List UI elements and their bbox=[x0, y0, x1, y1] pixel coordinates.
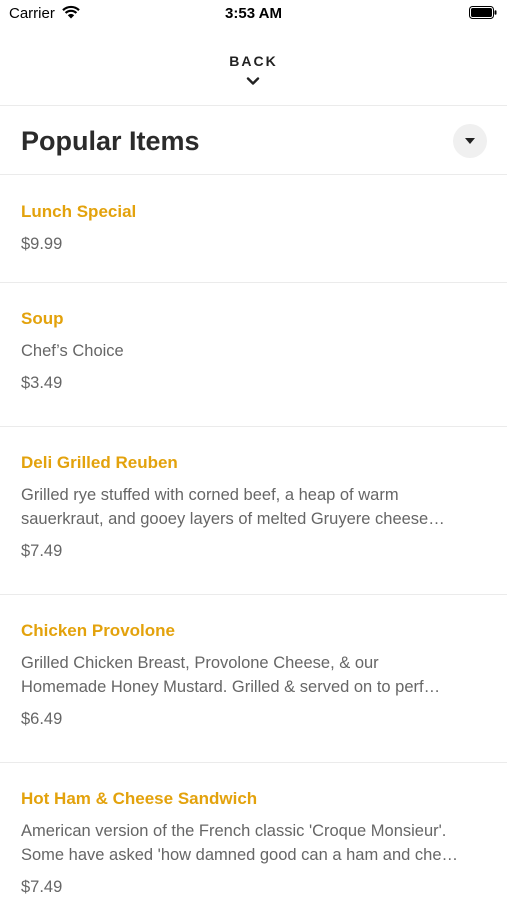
item-description: sauerkraut, and gooey layers of melted G… bbox=[21, 510, 445, 528]
menu-item[interactable]: Chicken Provolone Grilled Chicken Breast… bbox=[0, 595, 507, 763]
section-dropdown-button[interactable] bbox=[453, 124, 487, 158]
section-title: Popular Items bbox=[21, 126, 200, 156]
item-price: $7.49 bbox=[21, 542, 63, 560]
item-name: Soup bbox=[21, 309, 64, 328]
menu-list: Lunch Special $9.99 Soup Chef’s Choice $… bbox=[0, 176, 507, 900]
item-price: $7.49 bbox=[21, 878, 63, 896]
battery-icon bbox=[469, 6, 497, 19]
item-description: American version of the French classic '… bbox=[21, 822, 447, 840]
item-description: Grilled Chicken Breast, Provolone Cheese… bbox=[21, 654, 379, 672]
caret-down-icon bbox=[465, 138, 475, 144]
back-button[interactable]: BACK bbox=[0, 44, 507, 106]
chevron-down-icon bbox=[246, 77, 260, 85]
item-description: Some have asked 'how damned good can a h… bbox=[21, 846, 459, 864]
back-label: BACK bbox=[229, 53, 278, 69]
menu-item[interactable]: Soup Chef’s Choice $3.49 bbox=[0, 283, 507, 427]
item-price: $6.49 bbox=[21, 710, 63, 728]
item-description: Grilled rye stuffed with corned beef, a … bbox=[21, 486, 399, 504]
item-description: Chef’s Choice bbox=[21, 342, 124, 360]
item-price: $9.99 bbox=[21, 235, 63, 253]
item-description: Homemade Honey Mustard. Grilled & served… bbox=[21, 678, 441, 696]
menu-item[interactable]: Lunch Special $9.99 bbox=[0, 176, 507, 283]
item-name: Hot Ham & Cheese Sandwich bbox=[21, 789, 258, 808]
status-bar: Carrier 3:53 AM bbox=[0, 0, 507, 30]
item-price: $3.49 bbox=[21, 374, 63, 392]
menu-item[interactable]: Hot Ham & Cheese Sandwich American versi… bbox=[0, 763, 507, 900]
menu-item[interactable]: Deli Grilled Reuben Grilled rye stuffed … bbox=[0, 427, 507, 595]
item-name: Lunch Special bbox=[21, 202, 137, 221]
item-name: Deli Grilled Reuben bbox=[21, 453, 178, 472]
section-header: Popular Items bbox=[0, 107, 507, 175]
status-time: 3:53 AM bbox=[225, 5, 282, 22]
item-name: Chicken Provolone bbox=[21, 621, 175, 640]
